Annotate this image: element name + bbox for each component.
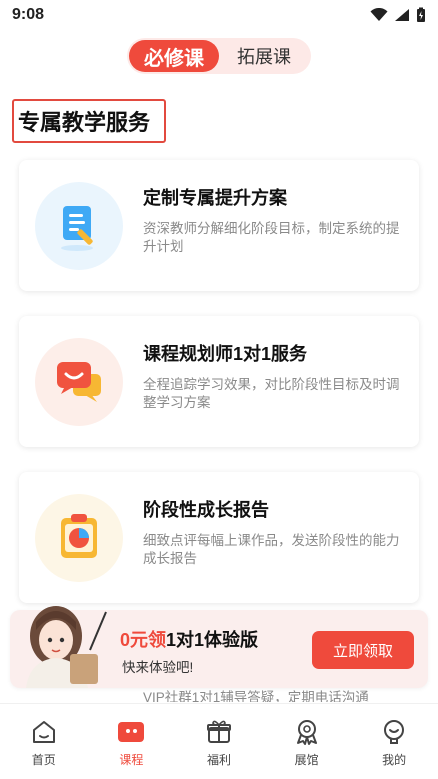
section-title: 专属教学服务 xyxy=(12,99,167,143)
claim-now-button[interactable]: 立即领取 xyxy=(312,631,414,669)
promo-title: 0元领1对1体验版 xyxy=(120,626,258,652)
service-card-plan[interactable]: 定制专属提升方案 资深教师分解细化阶段目标，制定系统的提升计划 xyxy=(19,160,419,291)
status-icons xyxy=(370,7,426,23)
document-pen-icon xyxy=(35,182,123,270)
award-icon xyxy=(296,720,317,745)
card-description: VIP社群1对1辅导答疑，定期电话沟通 xyxy=(143,690,369,702)
nav-item-profile[interactable]: 我的 xyxy=(350,704,438,779)
nav-item-home[interactable]: 首页 xyxy=(0,704,88,779)
cell-signal-icon xyxy=(395,9,409,21)
report-chart-icon xyxy=(35,494,123,582)
nav-label: 福利 xyxy=(206,753,231,767)
status-time: 9:08 xyxy=(12,6,45,23)
profile-icon xyxy=(384,720,405,744)
nav-label: 首页 xyxy=(31,753,56,767)
teacher-avatar xyxy=(26,606,107,688)
card-description: 全程追踪学习效果，对比阶段性目标及时调整学习方案 xyxy=(143,377,400,410)
gift-icon xyxy=(206,720,231,743)
nav-item-gallery[interactable]: 展馆 xyxy=(263,704,351,779)
card-title: 阶段性成长报告 xyxy=(143,500,269,520)
card-description: 资深教师分解细化阶段目标，制定系统的提升计划 xyxy=(143,221,400,254)
tab-required-course[interactable]: 必修课 xyxy=(129,40,219,72)
tab-extended-course[interactable]: 拓展课 xyxy=(219,40,309,72)
card-description: 细致点评每幅上课作品，发送阶段性的能力成长报告 xyxy=(143,533,400,566)
nav-label: 我的 xyxy=(382,753,407,767)
nav-item-benefits[interactable]: 福利 xyxy=(175,704,263,779)
course-type-tabs: 必修课 拓展课 xyxy=(127,38,311,74)
nav-item-course[interactable]: 课程 xyxy=(88,704,176,779)
course-icon xyxy=(118,722,145,742)
nav-label: 展馆 xyxy=(294,753,319,767)
service-card-partial: VIP社群1对1辅导答疑，定期电话沟通 xyxy=(19,690,419,702)
status-bar: 9:08 xyxy=(0,0,438,30)
bottom-nav: 首页 课程 福利 展馆 我的 xyxy=(0,703,438,779)
promo-subtitle: 快来体验吧! xyxy=(122,660,194,675)
chat-bubbles-icon xyxy=(35,338,123,426)
home-icon xyxy=(32,721,55,743)
nav-label: 课程 xyxy=(119,753,144,767)
promo-title-highlight: 0元领 xyxy=(120,630,167,650)
promo-banner[interactable]: 0元领1对1体验版 快来体验吧! 立即领取 xyxy=(10,606,428,688)
promo-title-rest: 1对1体验版 xyxy=(166,630,259,650)
battery-icon xyxy=(417,7,425,22)
wifi-icon xyxy=(370,8,388,21)
card-title: 定制专属提升方案 xyxy=(143,188,287,208)
card-title: 课程规划师1对1服务 xyxy=(143,344,308,364)
service-card-planner[interactable]: 课程规划师1对1服务 全程追踪学习效果，对比阶段性目标及时调整学习方案 xyxy=(19,316,419,447)
service-card-report[interactable]: 阶段性成长报告 细致点评每幅上课作品，发送阶段性的能力成长报告 xyxy=(19,472,419,603)
